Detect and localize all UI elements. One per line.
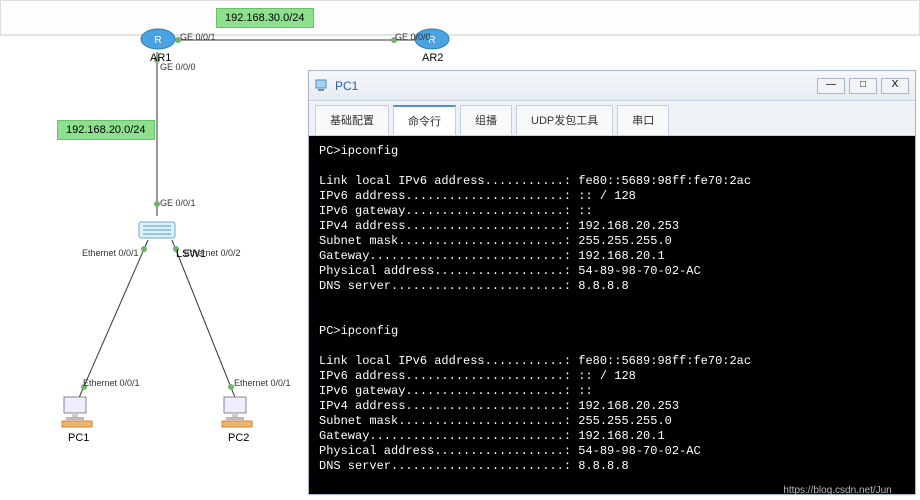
tab-multicast[interactable]: 组播 xyxy=(460,105,512,135)
tab-cli[interactable]: 命令行 xyxy=(393,105,456,135)
subnet-tag-top: 192.168.30.0/24 xyxy=(216,8,314,28)
watermark: https://blog.csdn.net/Jun____ xyxy=(783,485,914,496)
port-lsw-ge001: GE 0/0/1 xyxy=(160,198,196,208)
label-ar2: AR2 xyxy=(422,52,443,64)
titlebar[interactable]: PC1 — □ X xyxy=(309,71,915,101)
port-lsw-eth002: Ethernet 0/0/2 xyxy=(184,248,241,258)
maximize-button[interactable]: □ xyxy=(849,78,877,94)
subnet-tag-left: 192.168.20.0/24 xyxy=(57,120,155,140)
top-divider xyxy=(0,0,920,36)
port-lsw-eth001: Ethernet 0/0/1 xyxy=(82,248,139,258)
tab-udp-tool[interactable]: UDP发包工具 xyxy=(516,105,613,135)
port-pc2-eth001: Ethernet 0/0/1 xyxy=(234,378,291,388)
window-buttons: — □ X xyxy=(817,78,909,94)
port-pc1-eth001: Ethernet 0/0/1 xyxy=(83,378,140,388)
tab-serial[interactable]: 串口 xyxy=(617,105,669,135)
switch-lsw1[interactable] xyxy=(137,216,177,242)
label-pc2: PC2 xyxy=(228,432,249,444)
label-pc1: PC1 xyxy=(68,432,89,444)
pc1-window[interactable]: PC1 — □ X 基础配置 命令行 组播 UDP发包工具 串口 PC>ipco… xyxy=(308,70,916,495)
tab-basic-config[interactable]: 基础配置 xyxy=(315,105,389,135)
router-ar1[interactable]: R xyxy=(140,28,176,50)
close-button[interactable]: X xyxy=(881,78,909,94)
minimize-button[interactable]: — xyxy=(817,78,845,94)
pc1[interactable] xyxy=(60,395,94,429)
port-ar2-ge000: GE 0/0/0 xyxy=(395,32,431,42)
tab-strip: 基础配置 命令行 组播 UDP发包工具 串口 xyxy=(309,101,915,136)
window-title: PC1 xyxy=(335,79,817,93)
port-ar1-ge001: GE 0/0/1 xyxy=(180,32,216,42)
terminal-output[interactable]: PC>ipconfig Link local IPv6 address.....… xyxy=(309,136,915,494)
app-icon xyxy=(315,79,329,93)
pc2[interactable] xyxy=(220,395,254,429)
svg-text:R: R xyxy=(154,35,161,46)
port-ar1-ge000: GE 0/0/0 xyxy=(160,62,196,72)
